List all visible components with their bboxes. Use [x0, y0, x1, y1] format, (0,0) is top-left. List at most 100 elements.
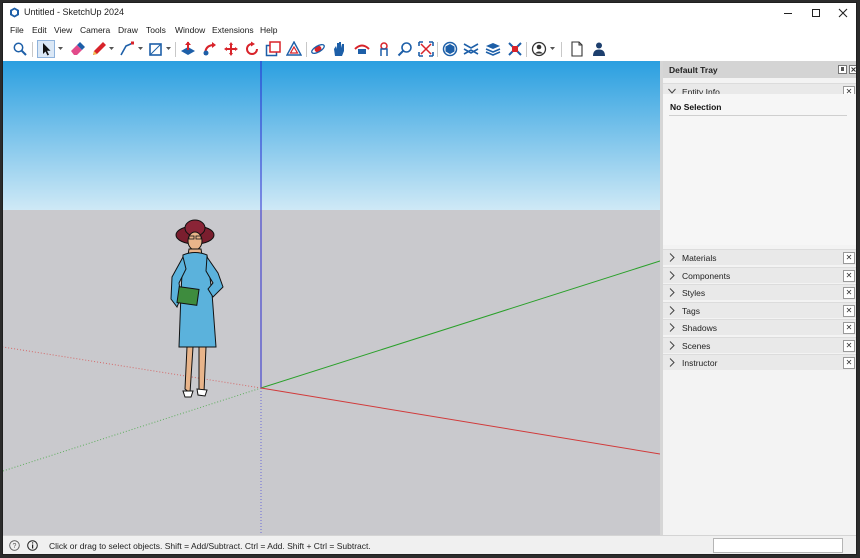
- orbit-tool[interactable]: [310, 41, 326, 57]
- new-file-tool[interactable]: [569, 41, 585, 57]
- chevron-down-icon[interactable]: [550, 46, 555, 51]
- select-tool[interactable]: [37, 40, 55, 58]
- rectangle-tool[interactable]: [148, 41, 164, 57]
- pin-icon[interactable]: [838, 65, 847, 74]
- menu-file[interactable]: File: [10, 25, 24, 35]
- follow-me-tool[interactable]: [202, 41, 218, 57]
- offset-icon: [286, 41, 302, 56]
- zoom-extents-tool[interactable]: [376, 41, 392, 57]
- maximize-icon: [812, 9, 820, 17]
- minimize-button[interactable]: [774, 4, 802, 22]
- close-icon[interactable]: ✕: [843, 357, 855, 369]
- chevron-right-icon: [669, 323, 675, 332]
- position-camera-tool[interactable]: [442, 41, 458, 57]
- zoom-window-tool[interactable]: [354, 41, 370, 57]
- toolbar-separator: [526, 42, 527, 57]
- chevron-right-icon: [669, 305, 675, 315]
- menu-draw[interactable]: Draw: [118, 25, 138, 35]
- drawing-viewport[interactable]: [3, 61, 660, 535]
- menu-window[interactable]: Window: [175, 25, 205, 35]
- menu-view[interactable]: View: [54, 25, 72, 35]
- close-icon[interactable]: ✕: [843, 304, 855, 317]
- look-around-tool[interactable]: [397, 41, 413, 57]
- panel-label: Shadows: [682, 323, 717, 333]
- scale-tool[interactable]: [265, 41, 281, 57]
- panel-tags[interactable]: Tags ✕: [663, 301, 856, 318]
- close-icon[interactable]: ✕: [843, 287, 855, 299]
- user-tool[interactable]: [591, 41, 607, 57]
- zoom-icon: [13, 42, 27, 56]
- rotate-tool[interactable]: [244, 41, 260, 57]
- close-icon[interactable]: ✕: [843, 322, 855, 334]
- status-bar: ? Click or drag to select objects. Shift…: [3, 535, 856, 554]
- pan-icon: [334, 42, 344, 56]
- menu-camera[interactable]: Camera: [80, 25, 110, 35]
- panel-styles[interactable]: Styles ✕: [663, 284, 856, 300]
- extension-warehouse-tool[interactable]: [507, 41, 523, 57]
- maximize-button[interactable]: [802, 4, 830, 22]
- push-pull-tool[interactable]: [180, 41, 196, 57]
- panel-scenes[interactable]: Scenes ✕: [663, 336, 856, 353]
- close-icon[interactable]: ✕: [843, 339, 855, 352]
- menu-tools[interactable]: Tools: [146, 25, 166, 35]
- chevron-down-icon[interactable]: [138, 46, 143, 51]
- menu-edit[interactable]: Edit: [32, 25, 47, 35]
- eraser-tool[interactable]: [69, 41, 85, 57]
- info-icon[interactable]: [27, 540, 38, 551]
- chevron-down-icon[interactable]: [58, 46, 63, 51]
- offset-tool[interactable]: [286, 41, 302, 57]
- chevron-down-icon[interactable]: [166, 46, 171, 51]
- panel-label: Materials: [682, 253, 717, 263]
- panel-instructor[interactable]: Instructor ✕: [663, 354, 856, 370]
- scale-icon: [265, 41, 281, 57]
- menu-extensions[interactable]: Extensions: [212, 25, 254, 35]
- menu-bar: File Edit View Camera Draw Tools Window …: [3, 23, 856, 38]
- move-tool[interactable]: [223, 41, 239, 57]
- zoom-tool[interactable]: [12, 41, 28, 57]
- menu-help[interactable]: Help: [260, 25, 277, 35]
- line-icon: [120, 41, 134, 56]
- close-icon[interactable]: ✕: [843, 252, 855, 264]
- chevron-right-icon: [669, 288, 675, 297]
- close-button[interactable]: [829, 4, 856, 22]
- panel-components[interactable]: Components ✕: [663, 266, 856, 283]
- entity-info-body: No Selection: [663, 94, 856, 245]
- rotate-icon: [246, 41, 258, 55]
- move-icon: [224, 42, 238, 56]
- follow-me-icon: [203, 42, 216, 56]
- chevron-right-icon: [669, 340, 675, 350]
- warehouse-icon: [485, 43, 501, 56]
- orbit-icon: [311, 43, 325, 55]
- close-icon[interactable]: ✕: [843, 269, 855, 282]
- chevron-down-icon[interactable]: [109, 46, 114, 51]
- selection-status: No Selection: [670, 102, 722, 112]
- select-icon: [43, 43, 51, 56]
- panel-label: Styles: [682, 288, 706, 298]
- toolbar-separator: [175, 42, 176, 57]
- push-pull-icon: [181, 41, 195, 55]
- panel-shadows[interactable]: Shadows ✕: [663, 319, 856, 335]
- pencil-tool[interactable]: [91, 41, 107, 57]
- chevron-right-icon: [669, 358, 675, 367]
- look-around-icon: [397, 42, 412, 57]
- close-icon[interactable]: [849, 65, 857, 74]
- walk-tool[interactable]: [418, 41, 434, 57]
- large-tool-set: [3, 38, 856, 62]
- panel-label: Components: [682, 270, 731, 281]
- measurements-box[interactable]: [713, 538, 843, 553]
- line-tool[interactable]: [119, 41, 135, 57]
- warehouse-tool[interactable]: [485, 41, 501, 57]
- pan-tool[interactable]: [331, 41, 347, 57]
- section-plane-icon: [463, 43, 479, 55]
- sketchup-logo-icon: [10, 7, 19, 18]
- profile-tool[interactable]: [531, 41, 547, 57]
- panel-materials[interactable]: Materials ✕: [663, 249, 856, 265]
- chevron-right-icon: [669, 270, 675, 280]
- profile-icon: [531, 41, 547, 57]
- position-camera-icon: [442, 41, 458, 57]
- tray-header: Default Tray: [663, 61, 857, 78]
- section-plane-tool[interactable]: [463, 41, 479, 57]
- chevron-right-icon: [669, 253, 675, 262]
- geo-location-icon[interactable]: ?: [9, 540, 20, 551]
- title-bar: Untitled - SketchUp 2024: [3, 3, 856, 23]
